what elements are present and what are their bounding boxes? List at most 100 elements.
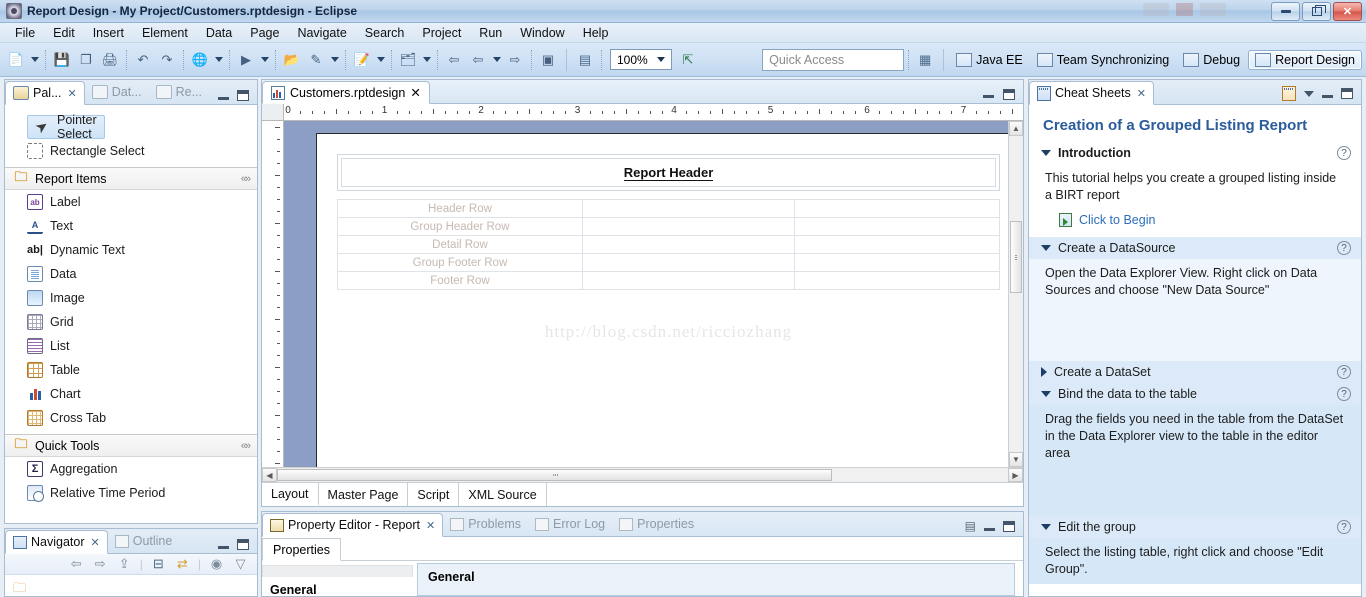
run-icon[interactable]: ▶ [234,48,258,72]
property-category-list[interactable]: General [262,561,417,597]
table-row[interactable]: Detail Row [337,235,1001,254]
help-icon[interactable]: ? [1337,387,1351,401]
table-cell[interactable] [793,271,1001,290]
highlight-icon[interactable]: ✎ [304,48,328,72]
tab-re[interactable]: Re... [149,80,209,104]
tab-outline[interactable]: Outline [108,529,180,553]
table-row-label-cell[interactable]: Detail Row [337,235,583,254]
cheat-section-create-a-dataset[interactable]: Create a DataSet? [1029,361,1361,383]
menu-data[interactable]: Data [197,24,241,42]
perspective-java-ee[interactable]: Java EE [950,51,1029,69]
design-canvas[interactable]: Report Header Header Row Group Header Row… [284,121,1023,467]
scroll-left-icon[interactable]: ◀ [262,468,277,482]
table-row-label-cell[interactable]: Header Row [337,199,583,218]
help-icon[interactable]: ? [1337,365,1351,379]
property-category-general[interactable]: General [262,577,417,597]
close-icon[interactable]: ✕ [410,85,420,100]
help-icon[interactable]: ? [1337,520,1351,534]
chevron-down-icon[interactable] [1041,150,1051,156]
close-icon[interactable]: ✕ [1137,87,1146,100]
zoom-pointer-icon[interactable]: ⇱ [676,48,700,72]
report-header-cell[interactable]: Report Header [341,158,996,187]
tab-pal[interactable]: Pal... ✕ [5,81,85,105]
editor-tab-customers-rptdesign[interactable]: Customers.rptdesign ✕ [262,81,430,104]
report-page[interactable]: Report Header Header Row Group Header Row… [316,133,1009,467]
table-cell[interactable] [581,217,795,236]
table-row-label-cell[interactable]: Group Header Row [337,217,583,236]
menu-edit[interactable]: Edit [44,24,84,42]
chevron-down-icon[interactable] [28,48,41,72]
perspective-report-design[interactable]: Report Design [1248,49,1362,70]
close-icon[interactable]: ✕ [426,519,435,532]
report-header-grid[interactable]: Report Header [337,154,1000,191]
palette-item-data[interactable]: Data [5,262,257,286]
close-button[interactable]: ✕ [1333,2,1362,21]
editor-page-tab-script[interactable]: Script [408,483,460,506]
palette-item-cross-tab[interactable]: Cross Tab [5,406,257,430]
editor-page-tab-master-page[interactable]: Master Page [319,483,409,506]
chevron-down-icon[interactable] [1041,391,1051,397]
close-icon[interactable]: ✕ [91,536,100,549]
vertical-scroll-thumb[interactable] [1010,221,1022,293]
menu-page[interactable]: Page [241,24,288,42]
quick-access-input[interactable]: Quick Access [762,48,905,71]
maximize-icon[interactable] [1003,520,1015,532]
collapse-all-icon[interactable]: ⊟ [150,555,167,572]
palette-item-list[interactable]: List [5,334,257,358]
new-report-icon[interactable]: 📄 [4,48,28,72]
view-menu-icon[interactable] [1304,90,1314,97]
menu-navigate[interactable]: Navigate [288,24,355,42]
table-row[interactable]: Group Footer Row [337,253,1001,272]
palette-item-text[interactable]: A Text [5,214,257,238]
palette-item-relative-time-period[interactable]: Relative Time Period [5,481,257,505]
menu-search[interactable]: Search [356,24,414,42]
tab-error-log[interactable]: Error Log [528,512,612,536]
view-menu-icon[interactable]: ▽ [232,555,249,572]
minimize-icon[interactable] [1322,89,1333,98]
table-row-label-cell[interactable]: Group Footer Row [337,253,583,272]
menu-project[interactable]: Project [413,24,470,42]
table-row[interactable]: Group Header Row [337,217,1001,236]
canvas-vertical-scrollbar[interactable]: ▲ ▼ [1008,121,1023,467]
maximize-icon[interactable] [1341,88,1353,99]
menu-window[interactable]: Window [511,24,573,42]
tab-dat[interactable]: Dat... [85,80,149,104]
maximize-icon[interactable] [1003,89,1015,100]
navigator-tree[interactable]: 🗀 [5,574,257,596]
perspective-team-synchronizing[interactable]: Team Synchronizing [1031,51,1176,69]
scroll-up-icon[interactable]: ▲ [1009,121,1023,136]
canvas-horizontal-scrollbar[interactable]: ◀ ▶ [262,467,1023,482]
palette-section-quick-tools[interactable]: 🗀 Quick Tools «» [5,434,257,457]
cheat-section-link-label[interactable]: Click to Begin [1079,213,1155,227]
menu-run[interactable]: Run [470,24,511,42]
minimize-button[interactable] [1271,2,1300,21]
palette-section-report-items[interactable]: 🗀 Report Items «» [5,167,257,190]
table-cell[interactable] [793,235,1001,254]
palette-item-grid[interactable]: Grid [5,310,257,334]
tab-property-editor-report[interactable]: Property Editor - Report ✕ [262,513,444,537]
table-cell[interactable] [581,271,795,290]
next-icon[interactable]: ⇨ [503,48,527,72]
cheat-sheet-select-icon[interactable] [1282,86,1296,101]
tab-navigator[interactable]: Navigator ✕ [5,530,108,554]
editor-page-tab-xml-source[interactable]: XML Source [459,483,547,506]
chevron-down-icon[interactable] [1041,245,1051,251]
save-all-icon[interactable]: ❐ [74,48,98,72]
back-history-icon[interactable]: ⇦ [442,48,466,72]
minimize-icon[interactable] [218,540,229,549]
minimize-icon[interactable] [983,89,994,98]
restore-property-icon[interactable]: ▤ [965,519,976,533]
table-cell[interactable] [581,199,795,218]
tab-cheat-sheets[interactable]: Cheat Sheets ✕ [1029,81,1154,105]
help-icon[interactable]: ? [1337,146,1351,160]
collapse-chevrons-icon[interactable]: «» [241,173,251,185]
previous-icon[interactable]: ⇦ [466,48,490,72]
chevron-down-icon[interactable] [374,48,387,72]
chevron-down-icon[interactable] [258,48,271,72]
new-report-wizard-icon[interactable]: 📝 [350,48,374,72]
report-table[interactable]: Header Row Group Header Row Detail Row Grou… [337,199,1001,290]
palette-tool-rectangle-select[interactable]: Rectangle Select [5,139,257,163]
link-with-editor-icon[interactable]: ⇄ [174,555,191,572]
menu-file[interactable]: File [6,24,44,42]
cheat-section-introduction[interactable]: Introduction? [1029,142,1361,164]
